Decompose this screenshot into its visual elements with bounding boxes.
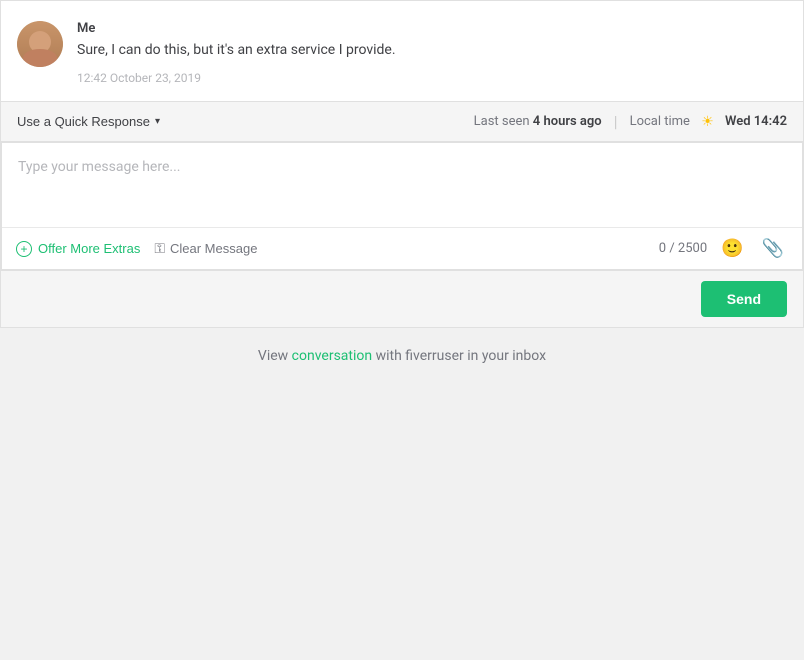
last-seen-label: Last seen xyxy=(474,114,530,129)
quick-response-label: Use a Quick Response xyxy=(17,114,150,129)
compose-actions: + Offer More Extras ⚿ Clear Message 0 / … xyxy=(2,227,802,269)
local-time-label: Local time xyxy=(630,114,690,129)
local-time: Local time ☀ Wed 14:42 xyxy=(630,114,787,130)
message-text: Sure, I can do this, but it's an extra s… xyxy=(77,40,787,61)
avatar xyxy=(17,21,63,67)
quick-response-button[interactable]: Use a Quick Response ▾ xyxy=(17,114,160,129)
chat-container: Me Sure, I can do this, but it's an extr… xyxy=(0,0,804,328)
chevron-down-icon: ▾ xyxy=(155,116,160,127)
char-count-display: 0 / 2500 xyxy=(659,241,707,256)
attach-button[interactable]: 📎 xyxy=(758,238,788,259)
message-sender: Me xyxy=(77,21,787,36)
clear-message-label: Clear Message xyxy=(170,241,257,256)
compose-wrapper: + Offer More Extras ⚿ Clear Message 0 / … xyxy=(1,142,803,270)
char-limit-value: 2500 xyxy=(678,241,707,256)
message-row: Me Sure, I can do this, but it's an extr… xyxy=(17,21,787,85)
conversation-link[interactable]: conversation xyxy=(292,348,372,364)
offer-extras-label: Offer More Extras xyxy=(38,241,140,256)
last-seen-value: 4 hours ago xyxy=(533,114,602,129)
footer-prefix: View xyxy=(258,348,292,364)
status-divider: | xyxy=(614,112,618,131)
offer-extras-button[interactable]: + Offer More Extras xyxy=(16,241,140,257)
send-area: Send xyxy=(1,270,803,327)
clear-message-button[interactable]: ⚿ Clear Message xyxy=(140,240,271,257)
message-input[interactable] xyxy=(2,143,802,223)
char-count-value: 0 xyxy=(659,241,666,256)
footer-suffix: with fiverruser in your inbox xyxy=(372,348,546,364)
footer-area: View conversation with fiverruser in you… xyxy=(0,328,804,384)
sun-icon: ☀ xyxy=(701,114,714,130)
char-count-area: 0 / 2500 🙂 📎 xyxy=(659,238,788,259)
compose-area: + Offer More Extras ⚿ Clear Message 0 / … xyxy=(2,143,802,269)
toolbar-area: Use a Quick Response ▾ Last seen 4 hours… xyxy=(1,102,803,142)
message-area: Me Sure, I can do this, but it's an extr… xyxy=(1,1,803,102)
message-content: Me Sure, I can do this, but it's an extr… xyxy=(77,21,787,85)
plus-circle-icon: + xyxy=(16,241,32,257)
local-time-value: Wed 14:42 xyxy=(725,114,787,129)
status-area: Last seen 4 hours ago | Local time ☀ Wed… xyxy=(474,112,787,131)
message-time: 12:42 October 23, 2019 xyxy=(77,71,787,85)
last-seen-text: Last seen 4 hours ago xyxy=(474,114,602,129)
emoji-button[interactable]: 🙂 xyxy=(717,238,747,259)
eraser-icon: ⚿ xyxy=(154,240,165,257)
avatar-image xyxy=(17,21,63,67)
send-button[interactable]: Send xyxy=(701,281,787,317)
